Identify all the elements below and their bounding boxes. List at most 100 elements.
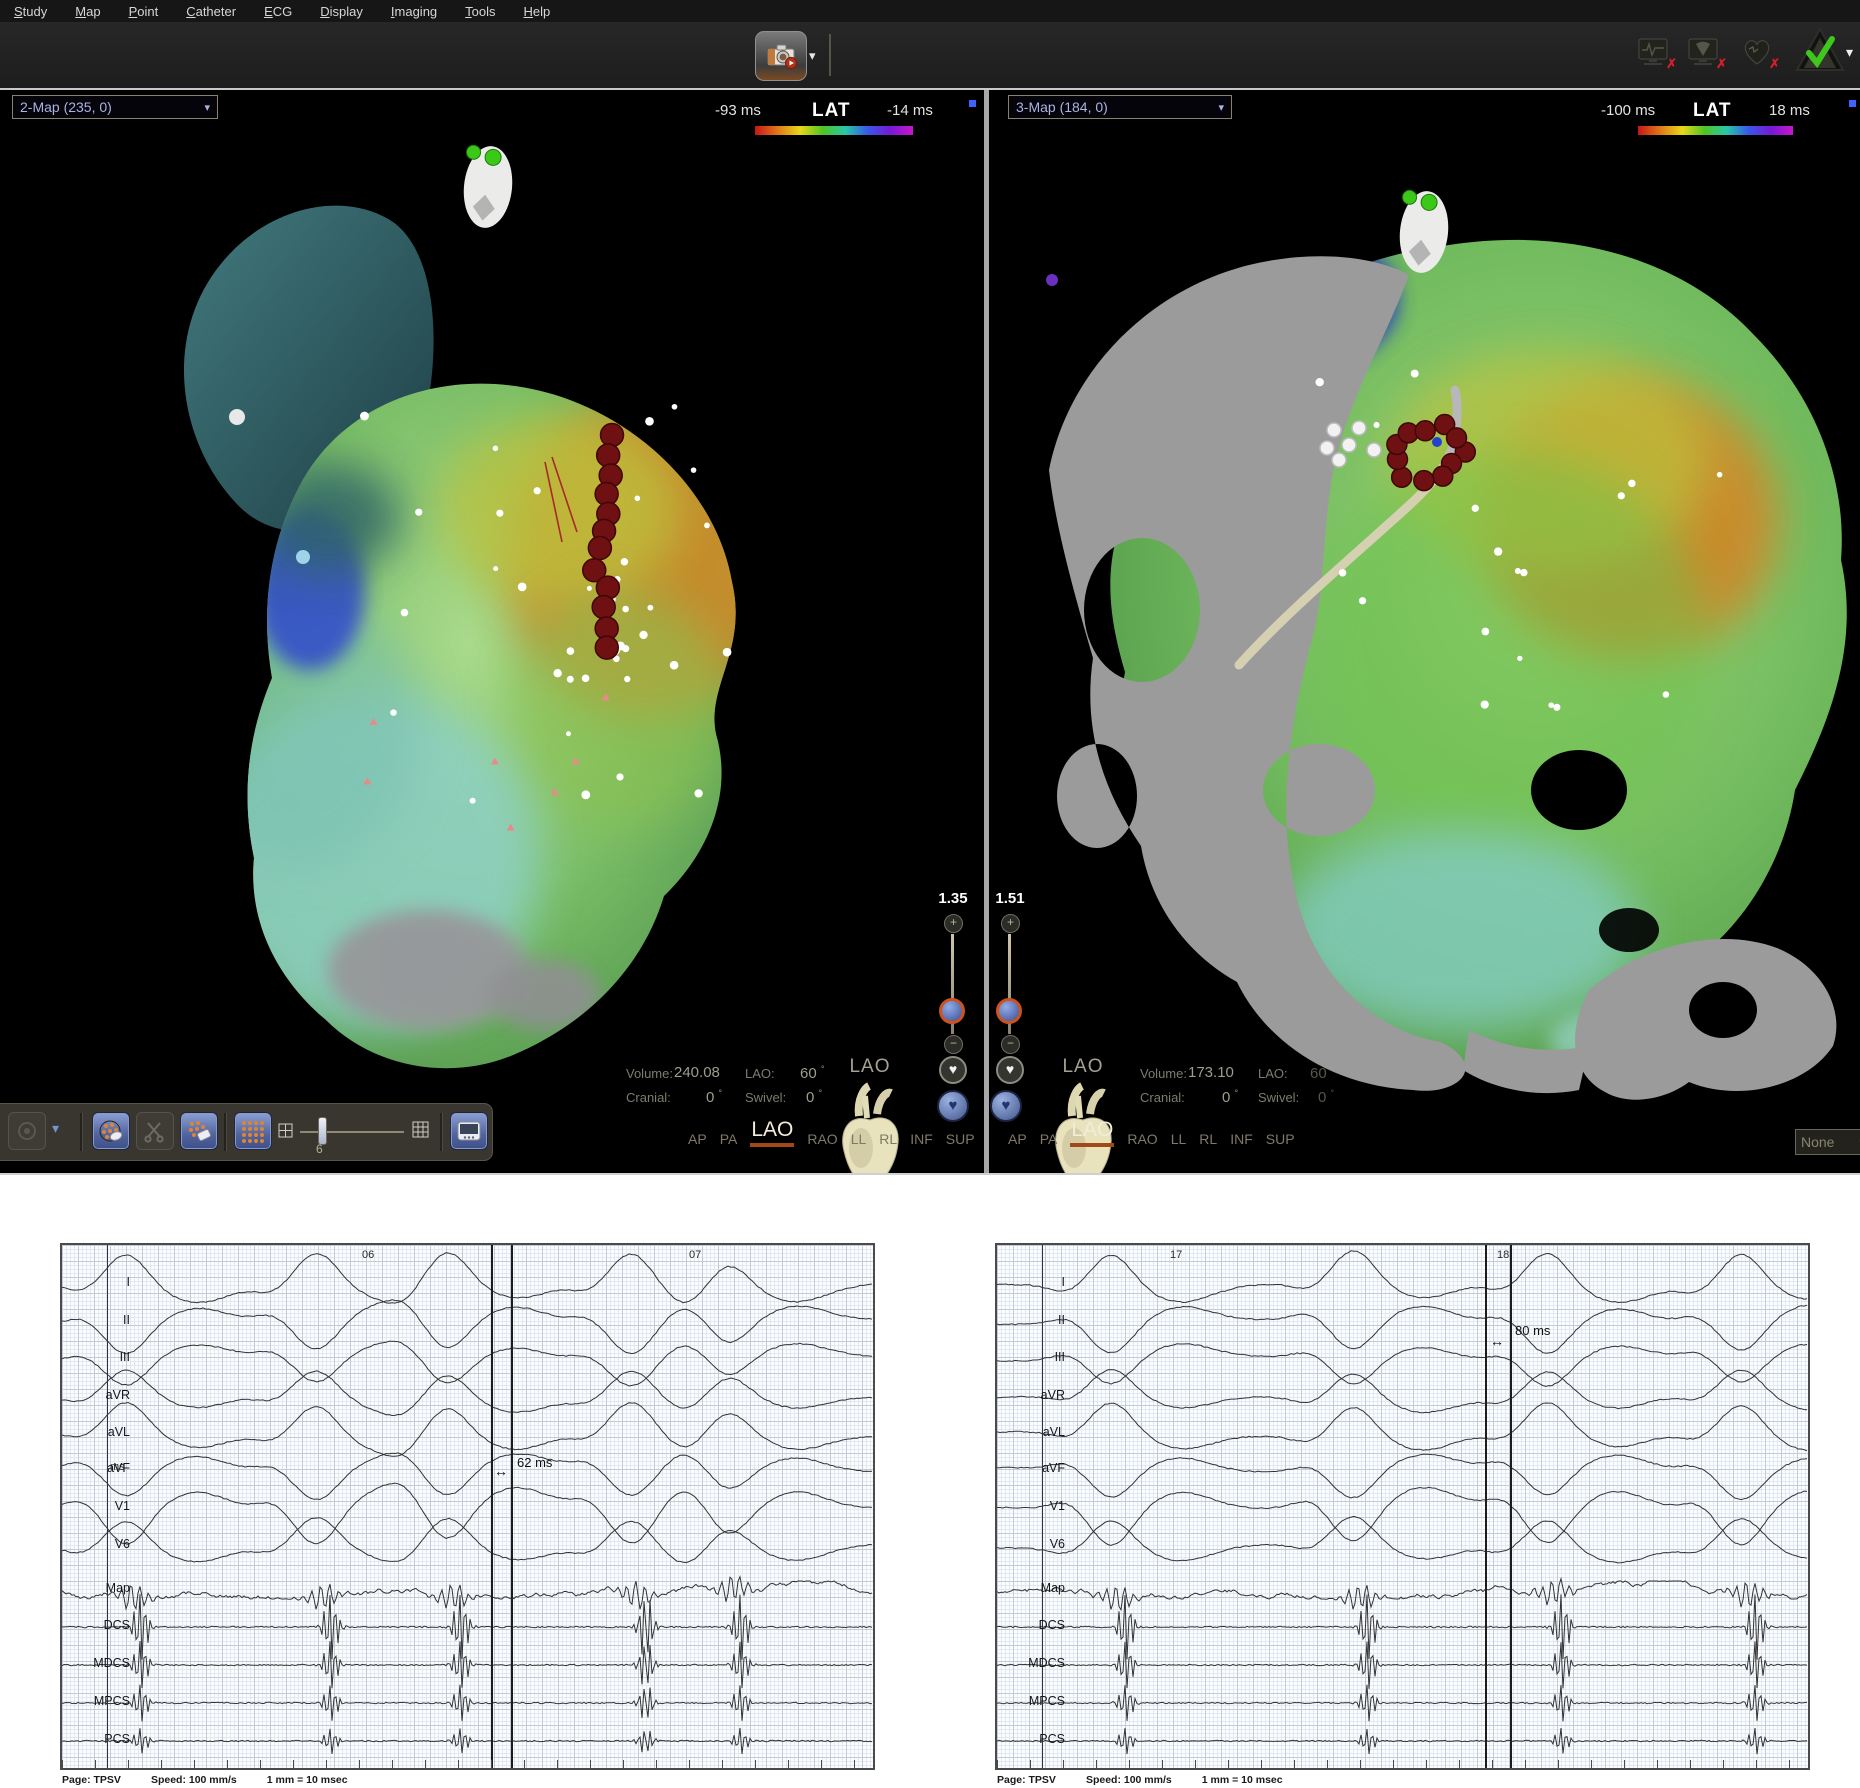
ecg-channel-label: DCS — [78, 1618, 130, 1632]
heart-reference-view[interactable]: LAO — [1041, 1056, 1125, 1173]
menu-item[interactable]: Tools — [465, 4, 495, 19]
zoom-in-button[interactable]: + — [944, 914, 963, 933]
ecg-panel-right[interactable]: IIIIIIaVRaVLaVFV1V6MapDCSMDCSMPCSPCS 171… — [995, 1243, 1810, 1770]
visibility-filter-dropdown[interactable]: None ▾ — [1795, 1129, 1860, 1155]
zoom-out-button[interactable]: − — [944, 1035, 963, 1054]
lat-color-scale[interactable]: -93 ms LAT -14 ms — [715, 100, 950, 134]
cranial-label: Cranial: — [1140, 1090, 1185, 1105]
orientation-button[interactable]: AP — [1008, 1131, 1027, 1147]
mesh-density-tool-button[interactable] — [234, 1112, 272, 1150]
catheter-electrode — [1432, 437, 1442, 447]
viewer-window-button[interactable] — [450, 1112, 488, 1150]
map-viewport-right[interactable]: 3-Map (184, 0) ▾ -100 ms LAT 18 ms 1.51 … — [989, 90, 1860, 1173]
scale-label: 1 mm = 10 msec — [1202, 1774, 1283, 1786]
lat-color-scale[interactable]: -100 ms LAT 18 ms — [1601, 100, 1836, 134]
caliper-line[interactable] — [1485, 1245, 1487, 1768]
orientation-button[interactable]: SUP — [1266, 1131, 1295, 1147]
menu-item[interactable]: Imaging — [391, 4, 437, 19]
time-tick-ruler — [62, 1760, 873, 1768]
camera-icon — [765, 42, 797, 70]
ultrasound-status-icon[interactable]: ✗ — [1687, 36, 1721, 70]
ecg-monitor-status-icon[interactable]: ✗ — [1637, 36, 1671, 70]
speed-label: Speed: 100 mm/s — [1086, 1774, 1172, 1786]
record-tool-button[interactable] — [8, 1112, 46, 1150]
menu-item[interactable]: Help — [524, 4, 551, 19]
orientation-head-icon[interactable] — [459, 144, 516, 231]
orientation-button[interactable]: RL — [879, 1131, 897, 1147]
orientation-button[interactable]: SUP — [946, 1131, 975, 1147]
ecg-channel-label: V1 — [78, 1499, 130, 1513]
reference-unit-label: ms — [110, 1461, 125, 1473]
center-heart-button[interactable]: ♥ — [939, 1056, 967, 1084]
swivel-label: Swivel: — [1258, 1090, 1299, 1105]
orientation-button[interactable]: LL — [1171, 1131, 1187, 1147]
heart-reference-view[interactable]: LAO — [828, 1056, 912, 1173]
zoom-out-button[interactable]: − — [1001, 1035, 1020, 1054]
orientation-button[interactable]: PA — [720, 1131, 738, 1147]
caliper-line[interactable] — [491, 1245, 493, 1768]
menu-item[interactable]: Point — [129, 4, 159, 19]
menu-item[interactable]: Map — [75, 4, 100, 19]
ecg-channel-label: Map — [1013, 1581, 1065, 1595]
zoom-in-button[interactable]: + — [1001, 914, 1020, 933]
snapshot-options-chevron[interactable]: ▾ — [809, 48, 816, 64]
ecg-channel-label: aVR — [1013, 1388, 1065, 1402]
ecg-channel-label: MPCS — [1013, 1694, 1065, 1708]
orientation-button[interactable]: AP — [688, 1131, 707, 1147]
ecg-channel-label: MPCS — [78, 1694, 130, 1708]
swivel-value: 0 ° — [1318, 1088, 1334, 1106]
menu-item[interactable]: Study — [14, 4, 47, 19]
map-selector-dropdown[interactable]: 3-Map (184, 0) ▾ — [1008, 95, 1232, 119]
menu-item[interactable]: ECG — [264, 4, 292, 19]
orientation-button[interactable]: RL — [1199, 1131, 1217, 1147]
grid-coarse-icon — [278, 1123, 293, 1143]
menu-item[interactable]: Catheter — [186, 4, 236, 19]
menu-item[interactable]: Display — [320, 4, 363, 19]
scale-title: LAT — [1693, 100, 1732, 122]
heart-catheter-status-icon[interactable]: ✗ — [1740, 36, 1774, 70]
heart-orientation-button[interactable]: ♥ — [937, 1090, 969, 1122]
heart-orientation-button[interactable]: ♥ — [990, 1090, 1022, 1122]
orientation-button[interactable]: RAO — [1127, 1131, 1157, 1147]
scale-max-label: -14 ms — [887, 102, 933, 119]
orientation-button[interactable]: LL — [851, 1131, 867, 1147]
map-3d-right[interactable] — [989, 90, 1860, 1173]
toolbar-separator — [80, 1113, 83, 1151]
zoom-slider-handle[interactable] — [939, 998, 965, 1024]
ecg-channel-label: V1 — [1013, 1499, 1065, 1513]
carto-application-window: Study Map Point Catheter ECG Display Imaging To… — [0, 0, 1860, 1788]
ecg-waveforms — [997, 1245, 1808, 1768]
orientation-button[interactable]: INF — [910, 1131, 933, 1147]
ecg-channel-label: DCS — [1013, 1618, 1065, 1632]
map-viewport-left[interactable]: 2-Map (235, 0) ▾ -93 ms LAT -14 ms 1.35 … — [0, 90, 984, 1173]
center-heart-button[interactable]: ♥ — [996, 1056, 1024, 1084]
time-tick-ruler — [997, 1760, 1808, 1768]
orientation-button[interactable]: LAO — [750, 1118, 794, 1147]
ecg-channel-label: aVF — [1013, 1461, 1065, 1475]
panel-corner-marker — [969, 100, 976, 107]
snapshot-camera-button[interactable] — [755, 31, 807, 81]
caliper-line[interactable] — [511, 1245, 513, 1768]
visibility-filter-value: None — [1801, 1134, 1834, 1150]
cut-mesh-tool-button[interactable] — [136, 1112, 174, 1150]
erase-mesh-tool-button[interactable] — [180, 1112, 218, 1150]
orientation-button[interactable]: PA — [1040, 1131, 1058, 1147]
orientation-button[interactable]: RAO — [807, 1131, 837, 1147]
caliper-measurement: 62 ms — [517, 1455, 552, 1470]
panel-collapse-chevron[interactable]: ▾ — [1846, 44, 1853, 61]
ecg-review-area: IIIIIIaVRaVLaVFV1V6MapDCSMDCSMPCSPCS ms … — [0, 1175, 1860, 1788]
orientation-button[interactable]: INF — [1230, 1131, 1253, 1147]
fam-mesh-tool-button[interactable] — [92, 1112, 130, 1150]
ecg-panel-left[interactable]: IIIIIIaVRaVLaVFV1V6MapDCSMDCSMPCSPCS ms … — [60, 1243, 875, 1770]
zoom-slider-handle[interactable] — [996, 998, 1022, 1024]
map-3d-left[interactable] — [0, 90, 984, 1173]
map-selector-value: 2-Map (235, 0) — [20, 99, 112, 115]
map-selector-dropdown[interactable]: 2-Map (235, 0) ▾ — [12, 95, 218, 119]
mesh-density-slider-track[interactable] — [300, 1131, 404, 1133]
ecg-channel-label: PCS — [78, 1732, 130, 1746]
toolbar-separator — [224, 1113, 227, 1151]
tool-options-chevron[interactable]: ▾ — [52, 1120, 59, 1137]
mesh-density-slider-handle[interactable] — [318, 1117, 327, 1145]
caliper-line[interactable] — [1510, 1245, 1512, 1768]
orientation-button[interactable]: LAO — [1070, 1118, 1114, 1147]
